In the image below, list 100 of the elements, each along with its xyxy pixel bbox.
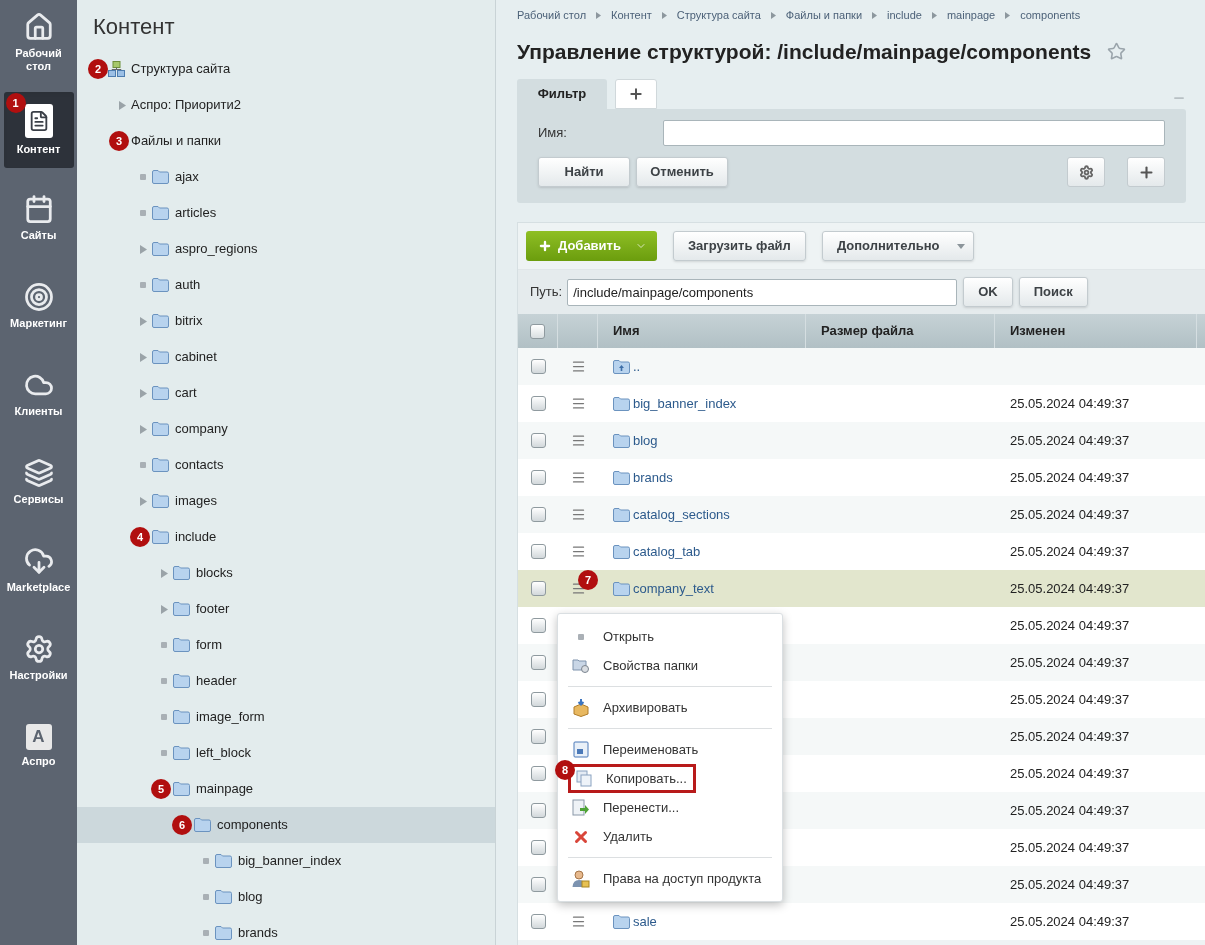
expand-arrow-icon[interactable] — [160, 568, 168, 578]
breadcrumb-link[interactable]: Контент — [611, 7, 652, 24]
tree-item[interactable]: company — [77, 411, 495, 447]
folder-link[interactable]: .. — [633, 356, 641, 377]
tree-item[interactable]: form — [77, 627, 495, 663]
column-header[interactable]: Имя — [613, 321, 640, 341]
folder-link[interactable]: big_banner_index — [633, 393, 737, 414]
drag-handle-icon[interactable] — [570, 396, 586, 411]
row-checkbox[interactable] — [530, 766, 546, 781]
row-checkbox[interactable] — [530, 359, 546, 374]
tree-item[interactable]: ajax — [77, 159, 495, 195]
tree-item[interactable]: 6 components — [77, 807, 495, 843]
row-checkbox[interactable] — [530, 507, 546, 522]
drag-handle-icon[interactable] — [570, 914, 586, 929]
table-row[interactable]: brands 25.05.2024 04:49:37 — [518, 459, 1205, 496]
row-checkbox[interactable] — [530, 618, 546, 633]
sidebar-item[interactable]: A Аспро — [3, 708, 74, 784]
more-dropdown-button[interactable]: Дополнительно — [821, 231, 975, 261]
table-row[interactable]: catalog_sections 25.05.2024 04:49:37 — [518, 496, 1205, 533]
tree-item[interactable]: contacts — [77, 447, 495, 483]
row-checkbox[interactable] — [530, 581, 546, 596]
star-icon[interactable] — [1107, 41, 1127, 61]
expand-arrow-icon[interactable] — [139, 244, 147, 254]
row-checkbox[interactable] — [530, 655, 546, 670]
expand-arrow-icon[interactable] — [139, 388, 147, 398]
tree-item[interactable]: aspro_regions — [77, 231, 495, 267]
sidebar-item[interactable]: Клиенты — [3, 356, 74, 432]
add-button[interactable] — [1127, 157, 1165, 187]
breadcrumb-link[interactable]: include — [887, 7, 922, 24]
column-header[interactable]: Размер файла — [821, 321, 914, 341]
drag-handle-icon[interactable] — [570, 581, 586, 596]
row-checkbox[interactable] — [530, 433, 546, 448]
expand-arrow-icon[interactable] — [139, 424, 147, 434]
column-header[interactable]: Изменен — [1010, 321, 1066, 341]
sidebar-item[interactable]: Marketplace — [3, 532, 74, 608]
cancel-button[interactable]: Отменить — [636, 157, 728, 187]
ok-button[interactable]: OK — [963, 277, 1013, 307]
tree-item[interactable]: articles — [77, 195, 495, 231]
row-checkbox[interactable] — [530, 396, 546, 411]
sidebar-item[interactable]: Рабочий стол — [3, 4, 74, 80]
tree-item[interactable]: cart — [77, 375, 495, 411]
tree-item[interactable]: image_form — [77, 699, 495, 735]
drag-handle-icon[interactable] — [570, 433, 586, 448]
drag-handle-icon[interactable] — [570, 507, 586, 522]
table-row[interactable]: .. — [518, 348, 1205, 385]
tree-item[interactable]: blog — [77, 879, 495, 915]
sidebar-item[interactable]: Сайты — [3, 180, 74, 256]
table-row[interactable]: catalog_tab 25.05.2024 04:49:37 — [518, 533, 1205, 570]
table-row[interactable]: sale 25.05.2024 04:49:37 — [518, 903, 1205, 940]
sidebar-item[interactable]: Сервисы — [3, 444, 74, 520]
row-checkbox[interactable] — [530, 803, 546, 818]
tree-item[interactable]: bitrix — [77, 303, 495, 339]
tree-item[interactable]: Аспро: Приорити2 — [77, 87, 495, 123]
select-all-checkbox[interactable] — [530, 323, 545, 339]
table-row[interactable]: big_banner_index 25.05.2024 04:49:37 — [518, 385, 1205, 422]
filter-tab[interactable]: Фильтр — [517, 79, 607, 109]
table-row[interactable]: blog 25.05.2024 04:49:37 — [518, 422, 1205, 459]
row-checkbox[interactable] — [530, 729, 546, 744]
menu-item[interactable]: Свойства папки — [568, 651, 772, 680]
expand-arrow-icon[interactable] — [118, 100, 126, 110]
row-checkbox[interactable] — [530, 914, 546, 929]
expand-arrow-icon[interactable] — [139, 352, 147, 362]
tree-item[interactable]: blocks — [77, 555, 495, 591]
tree-item[interactable]: 2 Структура сайта — [77, 51, 495, 87]
row-checkbox[interactable] — [530, 840, 546, 855]
row-checkbox[interactable] — [530, 877, 546, 892]
tree-item[interactable]: 4 include — [77, 519, 495, 555]
menu-item[interactable]: Перенести... — [568, 793, 772, 822]
sidebar-item[interactable]: Настройки — [3, 620, 74, 696]
breadcrumb-link[interactable]: Файлы и папки — [785, 7, 863, 24]
tree-item[interactable]: cabinet — [77, 339, 495, 375]
folder-link[interactable]: company_text — [633, 578, 714, 599]
folder-link[interactable]: catalog_tab — [633, 541, 701, 562]
menu-item[interactable]: Копировать... — [568, 764, 696, 793]
tree-item[interactable]: images — [77, 483, 495, 519]
drag-handle-icon[interactable] — [570, 544, 586, 559]
find-button[interactable]: Найти — [538, 157, 630, 187]
table-row[interactable]: 7 company_text 25.05.2024 04:49:37 — [518, 570, 1205, 607]
tree-item[interactable]: 5 mainpage — [77, 771, 495, 807]
drag-handle-icon[interactable] — [570, 359, 586, 374]
sidebar-item[interactable]: 1 Контент — [3, 92, 74, 168]
breadcrumb-link[interactable]: Рабочий стол — [517, 7, 587, 24]
breadcrumb-link[interactable]: Структура сайта — [676, 7, 761, 24]
path-field[interactable]: /include/mainpage/components — [567, 278, 958, 306]
breadcrumb-link[interactable]: mainpage — [946, 7, 996, 24]
tree-item[interactable]: header — [77, 663, 495, 699]
search-button[interactable]: Поиск — [1018, 277, 1088, 307]
tree-item[interactable]: brands — [77, 915, 495, 945]
tree-item[interactable]: footer — [77, 591, 495, 627]
folder-link[interactable]: blog — [633, 430, 658, 451]
folder-link[interactable]: catalog_sections — [633, 504, 730, 525]
tree-item[interactable]: left_block — [77, 735, 495, 771]
tree-item[interactable]: big_banner_index — [77, 843, 495, 879]
tree-item[interactable]: auth — [77, 267, 495, 303]
row-checkbox[interactable] — [530, 544, 546, 559]
expand-arrow-icon[interactable] — [160, 604, 168, 614]
folder-link[interactable]: sale — [633, 911, 657, 932]
name-field[interactable] — [663, 120, 1165, 146]
tree-item[interactable]: 3 Файлы и папки — [77, 123, 495, 159]
folder-link[interactable]: brands — [633, 467, 673, 488]
